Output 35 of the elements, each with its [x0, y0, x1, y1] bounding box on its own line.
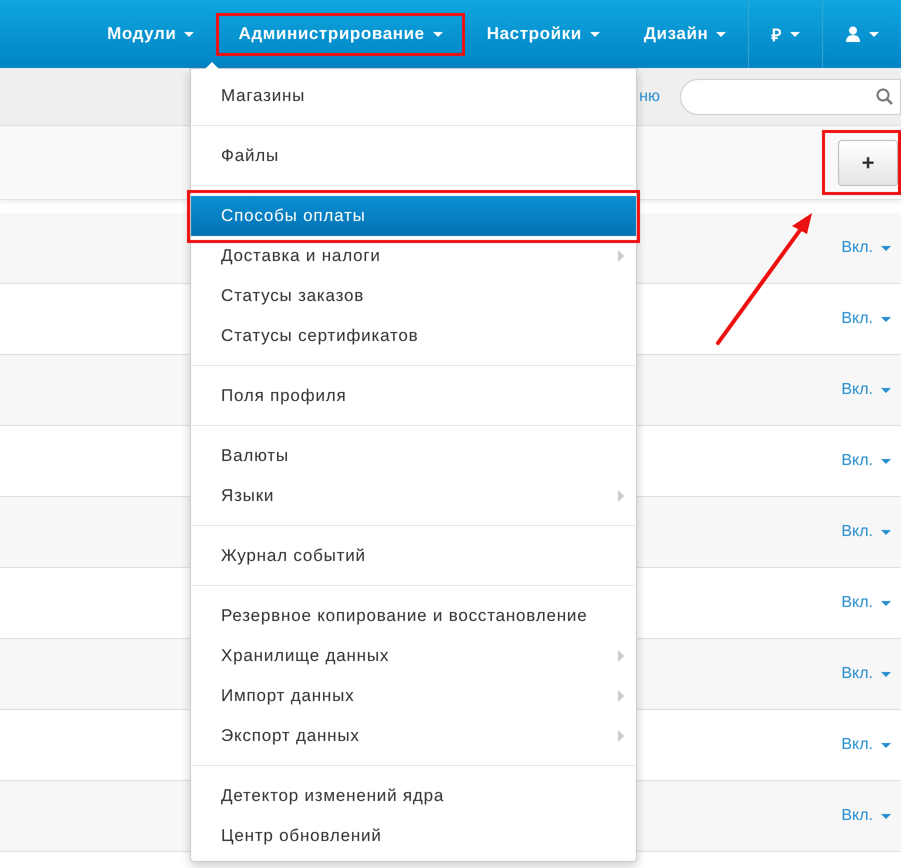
menu-item[interactable]: Магазины [191, 76, 636, 116]
submenu-arrow-icon [618, 650, 624, 662]
menu-item[interactable]: Импорт данных [191, 676, 636, 716]
submenu-arrow-icon [618, 250, 624, 262]
caret-icon [716, 32, 726, 36]
user-icon [845, 26, 861, 42]
menu-item[interactable]: Способы оплаты [191, 196, 636, 236]
caret-icon [790, 32, 800, 36]
caret-icon [432, 32, 443, 36]
menu-item[interactable]: Экспорт данных [191, 716, 636, 756]
submenu-arrow-icon [618, 490, 624, 502]
menu-item[interactable]: Журнал событий [191, 536, 636, 576]
caret-icon [184, 32, 194, 36]
menu-item[interactable]: Детектор изменений ядра [191, 776, 636, 816]
menu-item[interactable]: Хранилище данных [191, 636, 636, 676]
menu-item[interactable]: Резервное копирование и восстановление [191, 596, 636, 636]
menu-item[interactable]: Доставка и налоги [191, 236, 636, 276]
submenu-arrow-icon [618, 730, 624, 742]
menu-item[interactable]: Статусы заказов [191, 276, 636, 316]
caret-icon [869, 32, 879, 36]
menu-item[interactable]: Поля профиля [191, 376, 636, 416]
search-field[interactable] [680, 78, 901, 114]
caret-icon [590, 32, 600, 36]
menu-item[interactable]: Статусы сертификатов [191, 316, 636, 356]
status-dropdown[interactable]: Вкл. [841, 452, 891, 470]
menu-item[interactable]: Файлы [191, 136, 636, 176]
menu-item[interactable]: Языки [191, 476, 636, 516]
status-dropdown[interactable]: Вкл. [841, 594, 891, 612]
menu-item[interactable]: Валюты [191, 436, 636, 476]
add-button[interactable]: + [838, 140, 898, 186]
status-dropdown[interactable]: Вкл. [841, 310, 891, 328]
search-icon [876, 88, 894, 106]
menu-item[interactable]: Центр обновлений [191, 816, 636, 856]
status-dropdown[interactable]: Вкл. [841, 736, 891, 754]
submenu-arrow-icon [618, 690, 624, 702]
